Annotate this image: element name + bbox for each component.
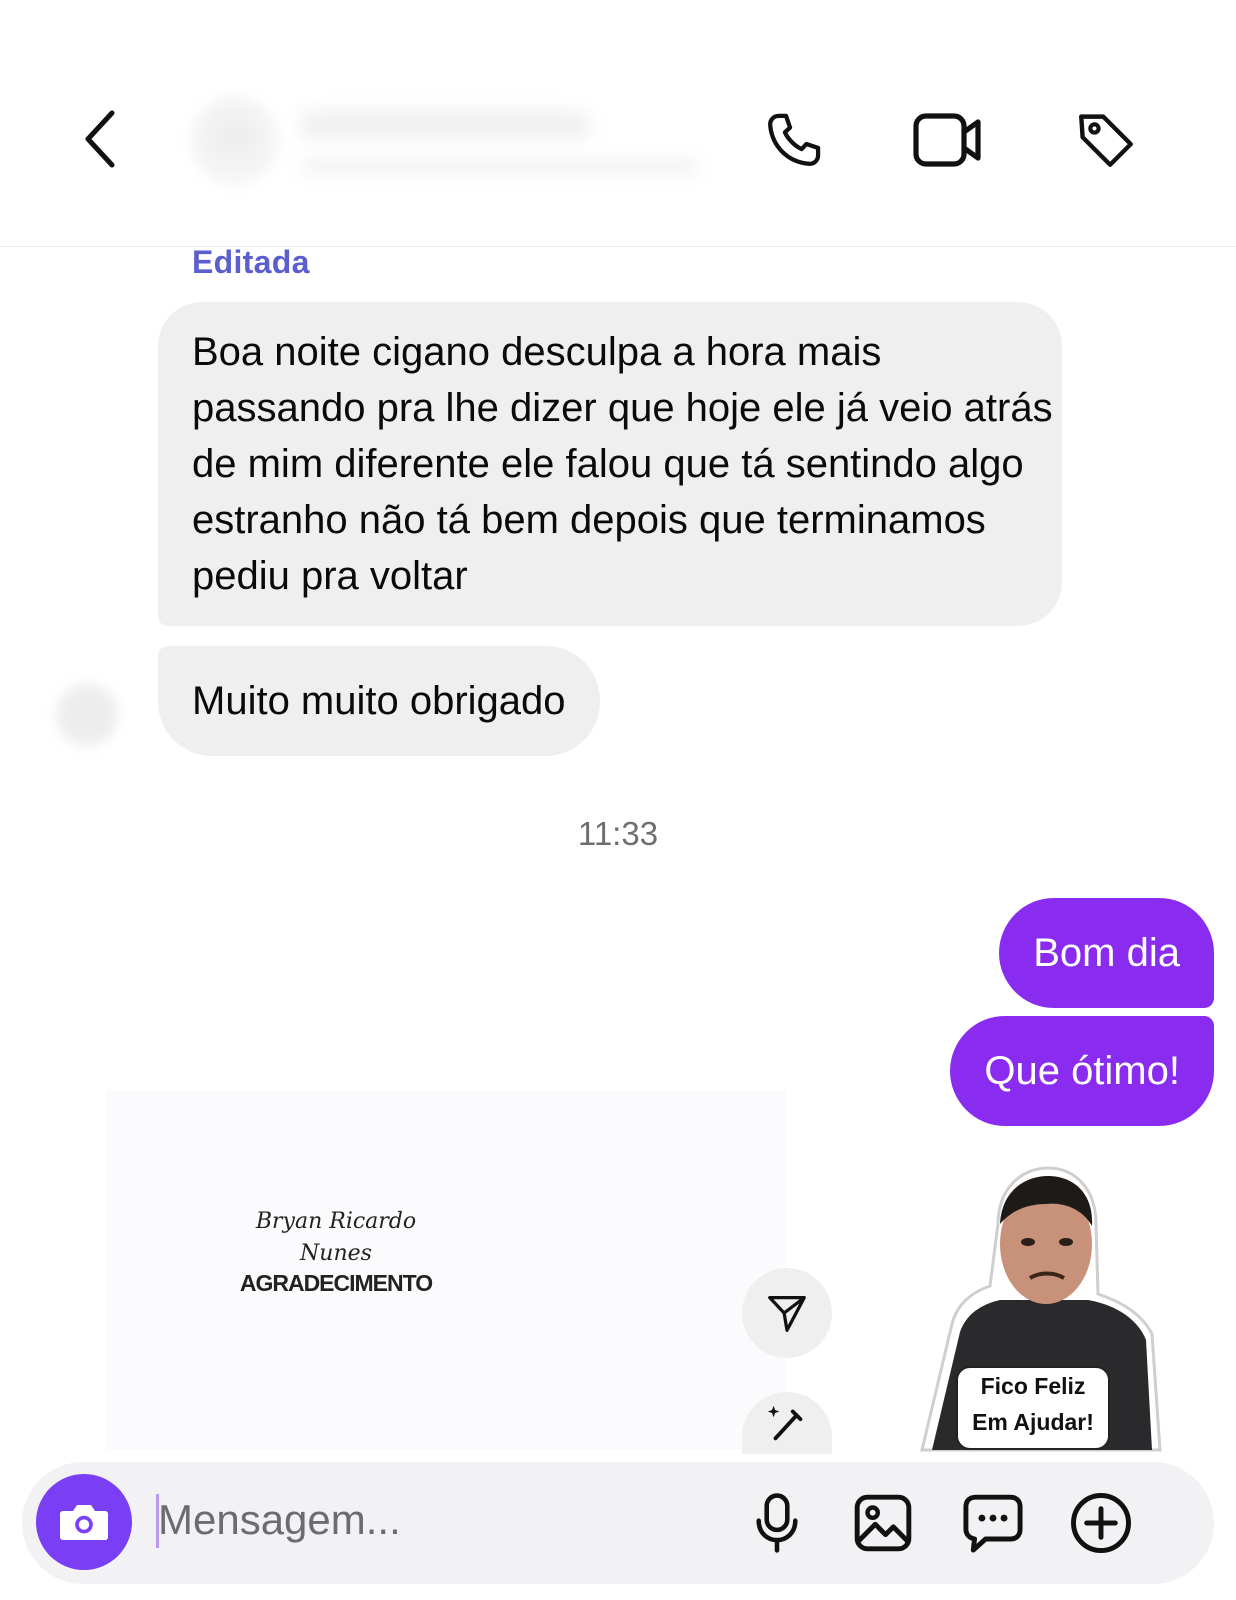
incoming-message[interactable]: Muito muito obrigado [158,646,600,756]
back-button[interactable] [70,104,130,174]
paper-plane-icon [768,1296,806,1332]
camera-button[interactable] [36,1474,132,1570]
contact-name[interactable] [300,110,590,140]
image-attachment[interactable] [106,1090,786,1450]
message-timestamp: 11:33 [577,815,659,852]
magic-brush-icon [767,1405,803,1441]
message-text: Bom dia [1033,931,1180,975]
contact-status [300,158,700,176]
camera-icon [60,1505,108,1540]
microphone-icon [756,1493,798,1553]
tag-icon [1079,114,1133,167]
edited-label: Editada [192,244,310,280]
more-button[interactable] [1066,1488,1136,1558]
chevron-left-icon [85,110,115,168]
gallery-button[interactable] [848,1488,918,1558]
phone-icon [768,113,821,166]
chat-header [0,0,1236,247]
tag-button[interactable] [1066,100,1146,180]
contact-avatar[interactable] [190,96,280,186]
video-camera-icon [913,113,981,167]
sticker-caption: Fico Feliz Em Ajudar! [956,1366,1110,1450]
sticker-button[interactable] [958,1488,1028,1558]
message-text: Que ótimo! [984,1049,1180,1093]
message-text: Muito muito obrigado [192,679,566,723]
incoming-message[interactable]: Boa noite cigano desculpa a hora mais pa… [158,302,1062,626]
outgoing-message[interactable]: Bom dia [999,898,1214,1008]
image-icon [854,1494,912,1552]
chat-bubble-icon [963,1494,1023,1553]
outgoing-message[interactable]: Que ótimo! [950,1016,1214,1126]
video-call-button[interactable] [908,100,988,180]
sender-avatar[interactable] [56,684,118,746]
attachment-signature: Bryan Ricardo Nunes [255,1209,417,1266]
attachment-title: AGRADECIMENTO [239,1270,433,1296]
message-input[interactable] [158,1488,718,1552]
plus-circle-icon [1071,1493,1131,1553]
microphone-button[interactable] [742,1488,812,1558]
phone-call-button[interactable] [754,100,834,180]
share-button[interactable] [742,1268,832,1358]
